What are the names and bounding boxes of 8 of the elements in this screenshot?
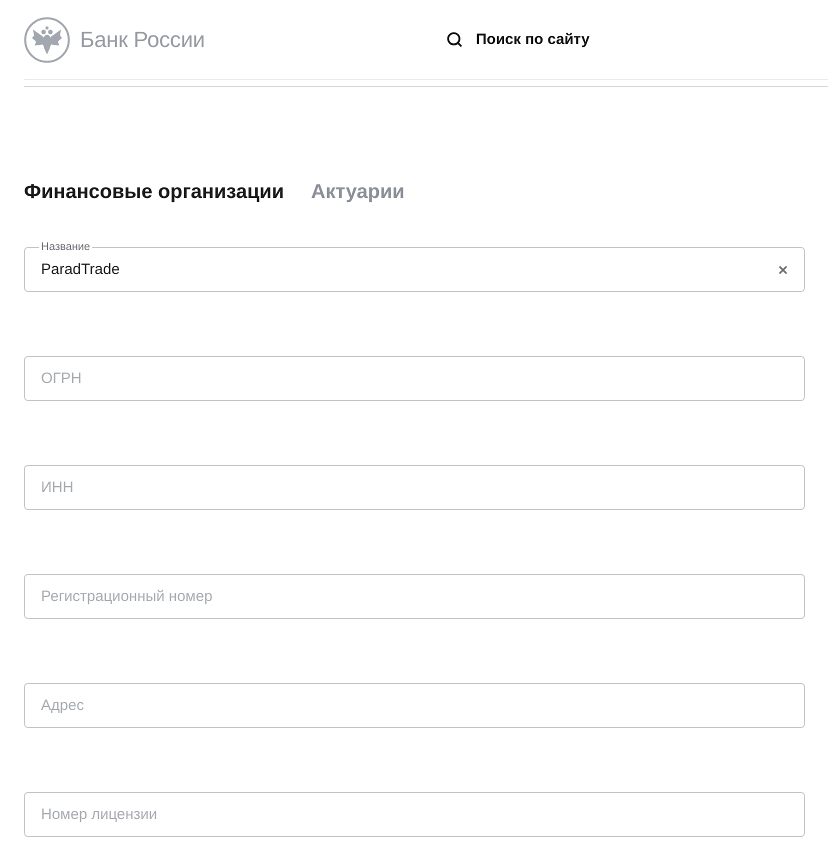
text-field[interactable]: Название ParadTrade [24,241,805,292]
clear-button[interactable] [778,264,788,274]
search-icon [446,31,463,48]
tab[interactable]: Финансовые организации [24,180,284,204]
eagle-emblem-icon [24,16,70,62]
close-icon [779,266,787,274]
field-label: Название [40,241,92,254]
site-search-link[interactable]: Поиск по сайту [446,31,590,48]
